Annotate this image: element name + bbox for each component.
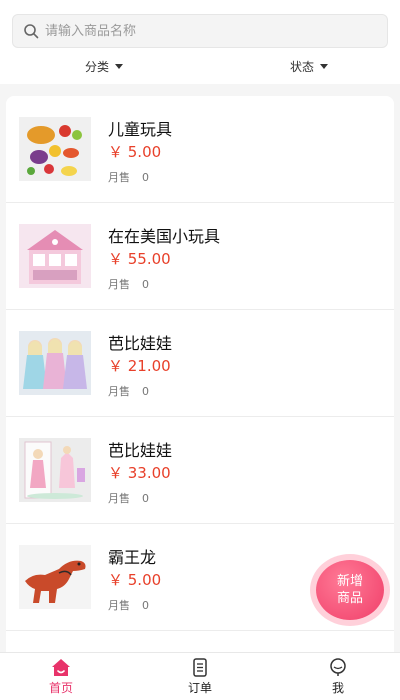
order-icon bbox=[193, 658, 207, 677]
product-name: 儿童玩具 bbox=[108, 120, 173, 139]
product-price: ￥ 5.00 bbox=[108, 143, 162, 161]
product-name: 在在美国小玩具 bbox=[108, 227, 221, 246]
monthly-sales-count: 0 bbox=[142, 278, 149, 291]
product-name: 霸王龙 bbox=[108, 548, 157, 567]
product-price: ￥ 21.00 bbox=[108, 357, 171, 375]
category-filter-label: 分类 bbox=[85, 59, 110, 74]
add-product-label-line2: 商品 bbox=[336, 591, 363, 606]
product-item[interactable]: 芭比娃娃 ￥ 21.00 月售 0 bbox=[6, 310, 394, 417]
caret-down-icon bbox=[320, 63, 329, 69]
monthly-sales-count: 0 bbox=[142, 492, 149, 505]
search-icon bbox=[24, 24, 39, 39]
product-item[interactable]: 在在美国小玩具 ￥ 55.00 月售 0 bbox=[6, 203, 394, 310]
caret-down-icon bbox=[115, 63, 124, 69]
search-input[interactable] bbox=[45, 15, 375, 47]
product-image bbox=[19, 331, 91, 395]
product-price: ￥ 55.00 bbox=[108, 250, 171, 268]
product-price: ￥ 33.00 bbox=[108, 464, 171, 482]
add-product-label-line1: 新增 bbox=[336, 574, 363, 589]
product-name: 芭比娃娃 bbox=[108, 441, 173, 460]
product-name: 芭比娃娃 bbox=[108, 334, 173, 353]
status-filter[interactable]: 状态 bbox=[290, 56, 329, 76]
product-image bbox=[19, 117, 91, 181]
monthly-sales-count: 0 bbox=[142, 599, 149, 612]
monthly-sales-label: 月售 bbox=[108, 278, 130, 291]
monthly-sales: 月售 0 bbox=[108, 490, 149, 506]
tab-orders-label: 订单 bbox=[187, 681, 212, 695]
monthly-sales-label: 月售 bbox=[108, 599, 130, 612]
home-icon bbox=[52, 659, 70, 676]
monthly-sales-label: 月售 bbox=[108, 492, 130, 505]
add-product-button[interactable]: 新增 商品 bbox=[316, 560, 384, 620]
monthly-sales: 月售 0 bbox=[108, 383, 149, 399]
tab-home[interactable]: 首页 bbox=[21, 657, 101, 699]
monthly-sales: 月售 0 bbox=[108, 276, 149, 292]
monthly-sales-label: 月售 bbox=[108, 171, 130, 184]
tab-profile-label: 我 bbox=[331, 681, 344, 695]
tab-orders[interactable]: 订单 bbox=[160, 657, 240, 699]
bottom-tab-bar: 首页 订单 我 bbox=[0, 652, 400, 700]
tab-home-label: 首页 bbox=[48, 681, 73, 695]
top-bar: 分类 状态 bbox=[0, 0, 400, 84]
monthly-sales-count: 0 bbox=[142, 171, 149, 184]
monthly-sales-count: 0 bbox=[142, 385, 149, 398]
product-image bbox=[19, 224, 91, 288]
product-image bbox=[19, 545, 91, 609]
product-price: ￥ 5.00 bbox=[108, 571, 162, 589]
category-filter[interactable]: 分类 bbox=[85, 56, 124, 76]
profile-icon bbox=[330, 658, 346, 676]
tab-profile[interactable]: 我 bbox=[298, 657, 378, 699]
search-box[interactable] bbox=[12, 14, 388, 48]
product-item[interactable]: 儿童玩具 ￥ 5.00 月售 0 bbox=[6, 96, 394, 203]
monthly-sales-label: 月售 bbox=[108, 385, 130, 398]
status-filter-label: 状态 bbox=[290, 59, 315, 74]
monthly-sales: 月售 0 bbox=[108, 597, 149, 613]
product-item[interactable]: 芭比娃娃 ￥ 33.00 月售 0 bbox=[6, 417, 394, 524]
product-image bbox=[19, 438, 91, 502]
monthly-sales: 月售 0 bbox=[108, 169, 149, 185]
